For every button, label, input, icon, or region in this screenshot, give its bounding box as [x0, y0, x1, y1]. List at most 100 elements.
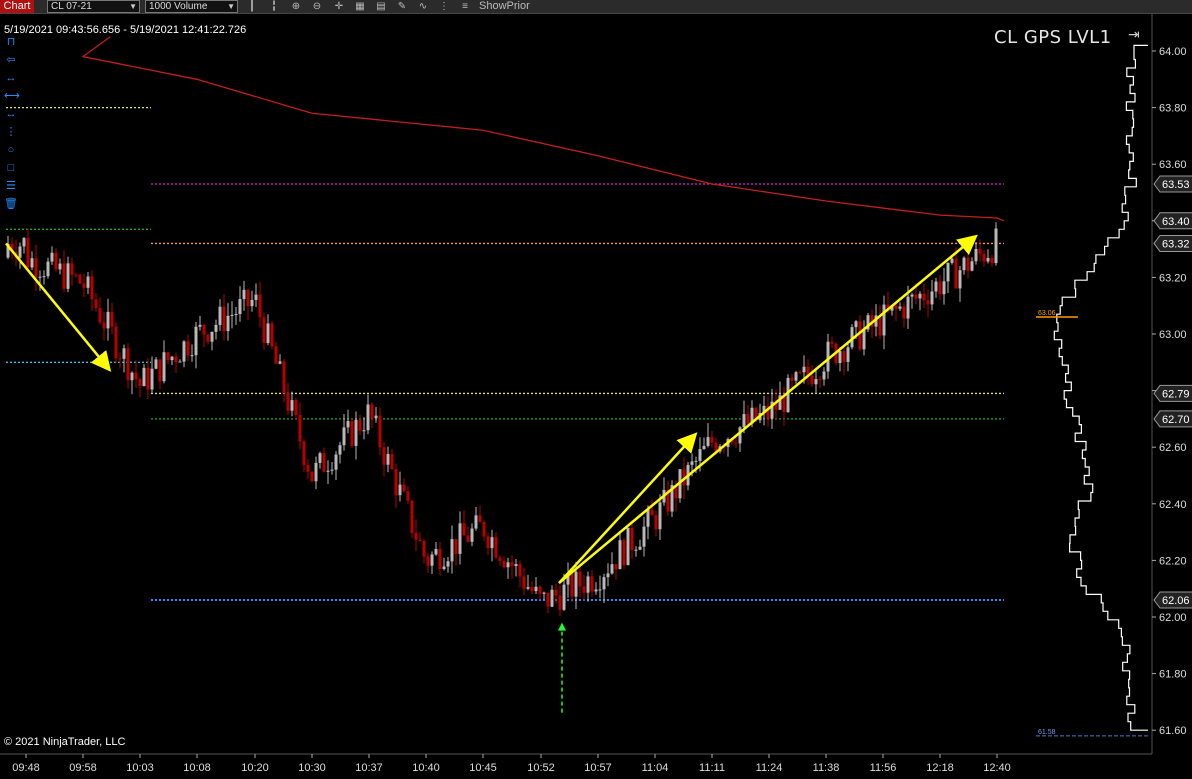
price-chart[interactable]: 64.0063.8063.6063.4063.2063.0062.8062.60…	[0, 0, 1192, 779]
x-tick-label: 11:24	[756, 762, 783, 774]
price-level-tag: 62.79	[1153, 384, 1192, 402]
candle-body	[162, 352, 166, 382]
candle-body	[450, 539, 454, 562]
y-tick-label: 64.00	[1159, 46, 1187, 58]
candle-body	[118, 358, 122, 360]
x-tick-label: 12:40	[983, 762, 1011, 774]
price-tag-label: 62.79	[1162, 388, 1190, 400]
candle-body	[954, 258, 958, 289]
candle-body	[598, 589, 602, 591]
candle-body	[906, 296, 910, 319]
candle-body	[494, 537, 498, 558]
candle-body	[458, 523, 462, 554]
candle-body	[614, 564, 618, 570]
candle-body	[990, 257, 994, 263]
y-tick-label: 63.00	[1159, 329, 1187, 341]
candle-body	[342, 427, 346, 446]
candle-body	[550, 589, 554, 607]
candle-body	[98, 307, 102, 323]
candle-body	[370, 404, 374, 419]
candle-body	[294, 400, 298, 416]
candle-body	[454, 539, 458, 554]
candle-body	[22, 238, 26, 247]
candle-body	[994, 228, 998, 263]
price-level-tag: 63.53	[1153, 175, 1192, 193]
candle-body	[58, 263, 62, 270]
candle-body	[258, 294, 262, 318]
candle-body	[406, 491, 410, 501]
candle-body	[826, 341, 830, 372]
candle-body	[610, 564, 614, 574]
candle-body	[622, 540, 626, 566]
candle-body	[390, 454, 394, 469]
candle-body	[822, 371, 826, 380]
candle-body	[194, 326, 198, 356]
candle-body	[434, 548, 438, 555]
candle-body	[270, 323, 274, 347]
candle-body	[210, 331, 214, 342]
y-tick-label: 63.80	[1159, 103, 1187, 115]
candle-body	[378, 415, 382, 448]
x-tick-label: 10:52	[527, 762, 555, 774]
candle-body	[490, 537, 494, 549]
candle-body	[690, 461, 694, 465]
price-level-tag: 62.70	[1153, 410, 1192, 428]
candle-body	[282, 361, 286, 394]
x-tick-label: 09:48	[12, 762, 40, 774]
candle-body	[198, 324, 202, 327]
price-tag-label: 63.40	[1162, 216, 1190, 228]
candle-body	[242, 289, 246, 300]
x-tick-label: 09:58	[69, 762, 97, 774]
candle-body	[126, 348, 130, 381]
candle-body	[634, 549, 638, 551]
candle-body	[70, 263, 74, 275]
candle-body	[290, 400, 294, 411]
candle-body	[170, 356, 174, 361]
candle-body	[506, 562, 510, 568]
x-tick-label: 10:57	[584, 762, 612, 774]
candle-body	[166, 352, 170, 361]
candle-body	[110, 311, 114, 327]
candle-body	[902, 306, 906, 319]
candle-body	[942, 281, 946, 295]
candle-body	[642, 526, 646, 547]
trend-arrow	[558, 234, 978, 585]
candle-body	[114, 326, 118, 359]
candle-body	[510, 562, 514, 567]
candle-body	[446, 561, 450, 567]
candle-body	[950, 258, 954, 263]
candle-body	[74, 274, 78, 276]
candle-body	[946, 262, 950, 282]
candle-body	[538, 586, 542, 594]
candle-body	[646, 509, 650, 527]
candle-body	[306, 464, 310, 472]
candle-body	[966, 257, 970, 271]
candle-body	[486, 536, 490, 549]
candle-body	[898, 306, 902, 309]
candle-body	[586, 576, 590, 593]
candle-body	[914, 294, 918, 299]
moving-average-line	[81, 36, 1005, 222]
candle-body	[158, 359, 162, 382]
x-tick-label: 11:04	[642, 762, 669, 774]
candle-body	[338, 445, 342, 455]
candle-body	[830, 341, 834, 344]
candle-body	[894, 305, 898, 309]
candle-body	[466, 535, 470, 542]
candle-body	[26, 238, 30, 268]
candle-body	[38, 276, 42, 278]
candle-body	[986, 257, 990, 262]
candle-body	[562, 584, 566, 610]
candle-body	[66, 263, 70, 289]
candle-body	[698, 449, 702, 461]
candle-body	[922, 293, 926, 301]
candle-body	[742, 414, 746, 428]
candle-body	[46, 261, 50, 277]
candle-body	[734, 442, 738, 444]
candle-body	[78, 274, 82, 284]
candle-body	[286, 393, 290, 411]
candle-body	[882, 304, 886, 336]
candle-body	[398, 484, 402, 496]
candle-body	[858, 321, 862, 350]
candle-body	[514, 564, 518, 567]
